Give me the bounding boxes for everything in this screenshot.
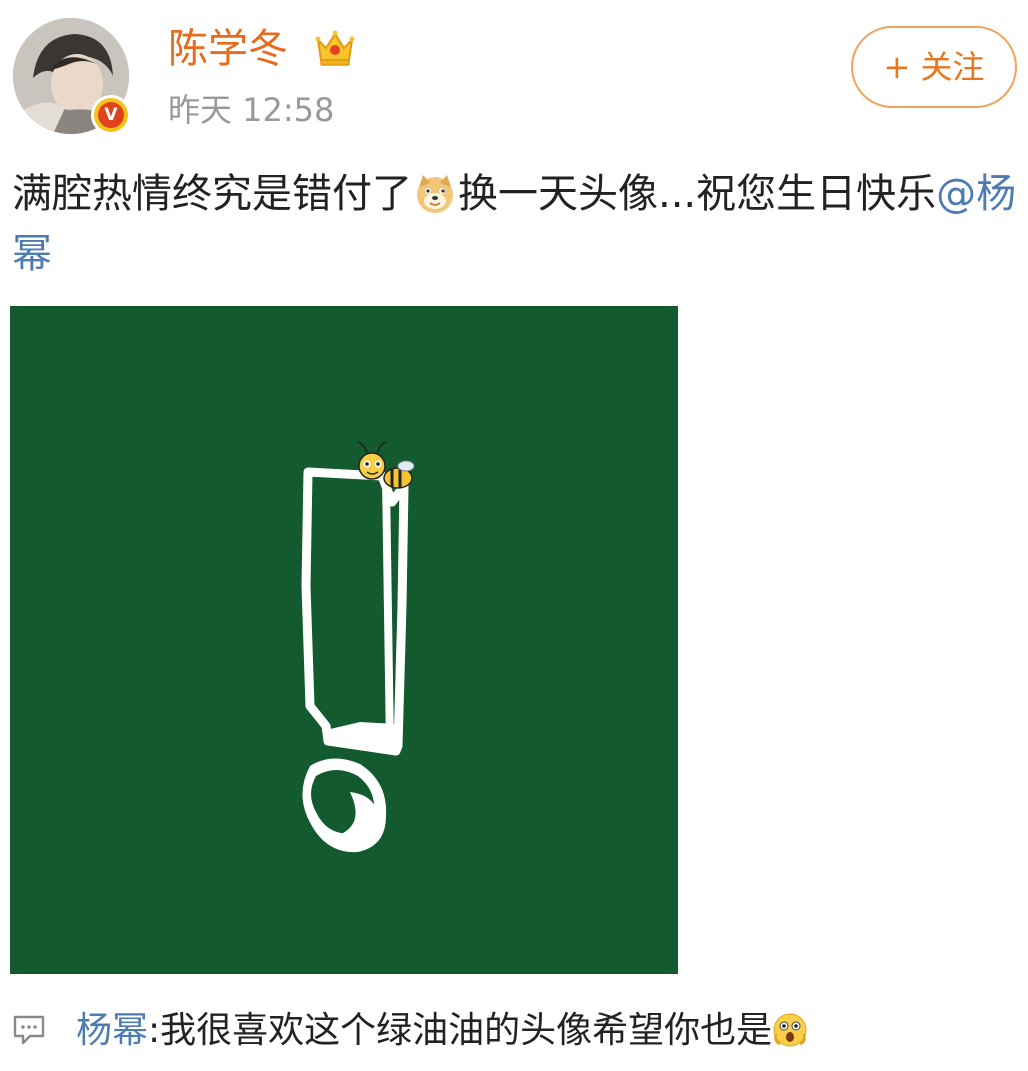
shock-icon — [773, 1013, 807, 1047]
comment-line: 杨幂:我很喜欢这个绿油油的头像希望你也是 — [76, 1006, 808, 1056]
comment-author[interactable]: 杨幂 — [76, 1010, 148, 1051]
exclamation-mark-with-bee — [10, 306, 678, 974]
post-text: 满腔热情终究是错付了 换一天头像...祝您生日快乐@杨幂 — [12, 164, 1017, 284]
post-text-part-1: 满腔热情终究是错付了 — [12, 171, 412, 217]
comment-separator: : — [148, 1010, 161, 1051]
post-text-part-2: 换一天头像...祝您生日快乐 — [458, 171, 937, 217]
post-image[interactable] — [10, 306, 678, 974]
post-timestamp: 昨天 12:58 — [168, 91, 335, 129]
doge-icon — [417, 175, 453, 213]
verified-badge: V — [91, 95, 131, 135]
crown-icon[interactable] — [313, 26, 357, 70]
comment-icon[interactable] — [12, 1012, 46, 1046]
follow-button[interactable]: + 关注 — [851, 26, 1017, 108]
comment-text: 我很喜欢这个绿油油的头像希望你也是 — [160, 1010, 773, 1051]
author-name[interactable]: 陈学冬 — [168, 24, 288, 74]
verified-v-icon: V — [98, 102, 124, 128]
